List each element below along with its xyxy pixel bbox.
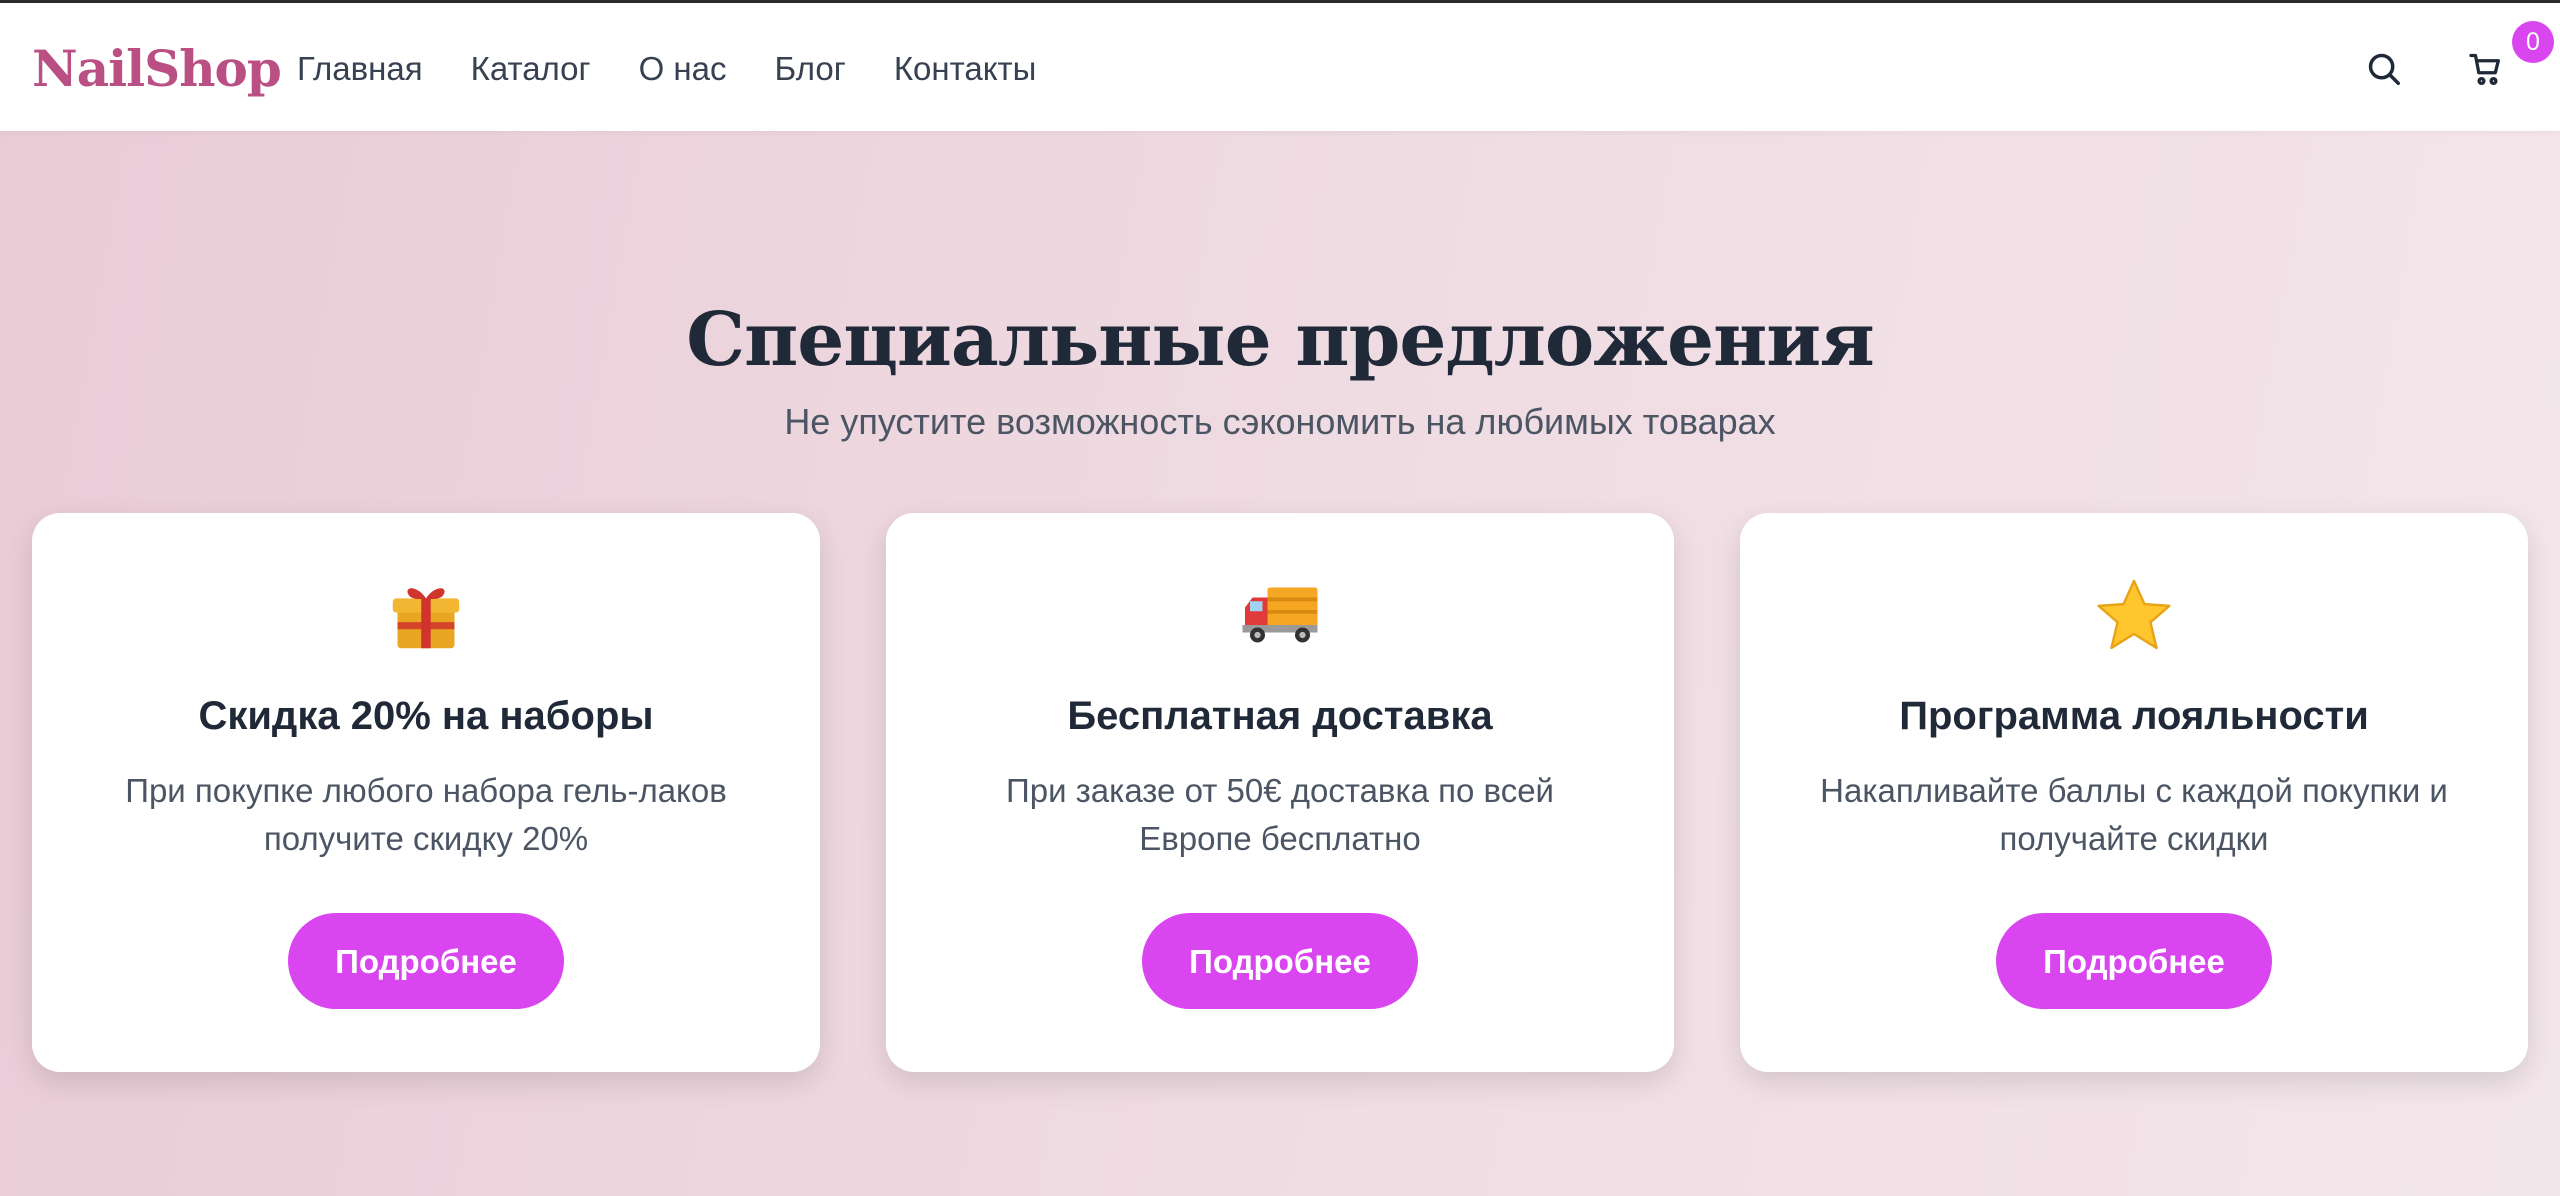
- offer-card-delivery: Бесплатная доставка При заказе от 50€ до…: [886, 513, 1674, 1072]
- star-icon: [1740, 575, 2528, 655]
- cart-button[interactable]: 0: [2462, 21, 2554, 93]
- offer-title: Программа лояльности: [1899, 694, 2369, 738]
- navbar: NailShop Главная Каталог О нас Блог Конт…: [0, 3, 2560, 131]
- offers-grid: Скидка 20% на наборы При покупке любого …: [32, 513, 2528, 1072]
- offer-description: При заказе от 50€ доставка по всей Европ…: [1006, 772, 1554, 857]
- cart-count-badge: 0: [2512, 21, 2554, 63]
- offer-details-button[interactable]: Подробнее: [288, 913, 564, 1009]
- section-title: Специальные предложения: [686, 296, 1875, 383]
- cart-icon: [2469, 53, 2500, 86]
- logo[interactable]: NailShop: [32, 39, 282, 99]
- nav-link-about[interactable]: О нас: [639, 47, 727, 91]
- nav-link-catalog[interactable]: Каталог: [471, 47, 591, 91]
- nav-link-contacts[interactable]: Контакты: [894, 47, 1037, 91]
- offer-details-button[interactable]: Подробнее: [1996, 913, 2272, 1009]
- search-button[interactable]: [2360, 45, 2408, 93]
- offer-details-button[interactable]: Подробнее: [1142, 913, 1418, 1009]
- main-nav: Главная Каталог О нас Блог Контакты: [297, 47, 1084, 91]
- offer-title: Бесплатная доставка: [1067, 694, 1493, 738]
- offer-card-loyalty: Программа лояльности Накапливайте баллы …: [1740, 513, 2528, 1072]
- search-icon: [2368, 53, 2400, 85]
- offer-title: Скидка 20% на наборы: [198, 694, 654, 738]
- offer-card-discount: Скидка 20% на наборы При покупке любого …: [32, 513, 820, 1072]
- gift-icon: [32, 575, 820, 655]
- offer-description: При покупке любого набора гель-лаков пол…: [125, 772, 727, 857]
- section-subtitle: Не упустите возможность сэкономить на лю…: [784, 401, 1776, 442]
- offer-description: Накапливайте баллы с каждой покупки и по…: [1820, 772, 2448, 857]
- header-actions: 0: [2360, 21, 2554, 93]
- nav-link-home[interactable]: Главная: [297, 47, 423, 91]
- nav-link-blog[interactable]: Блог: [775, 47, 846, 91]
- delivery-truck-icon: [886, 575, 1674, 655]
